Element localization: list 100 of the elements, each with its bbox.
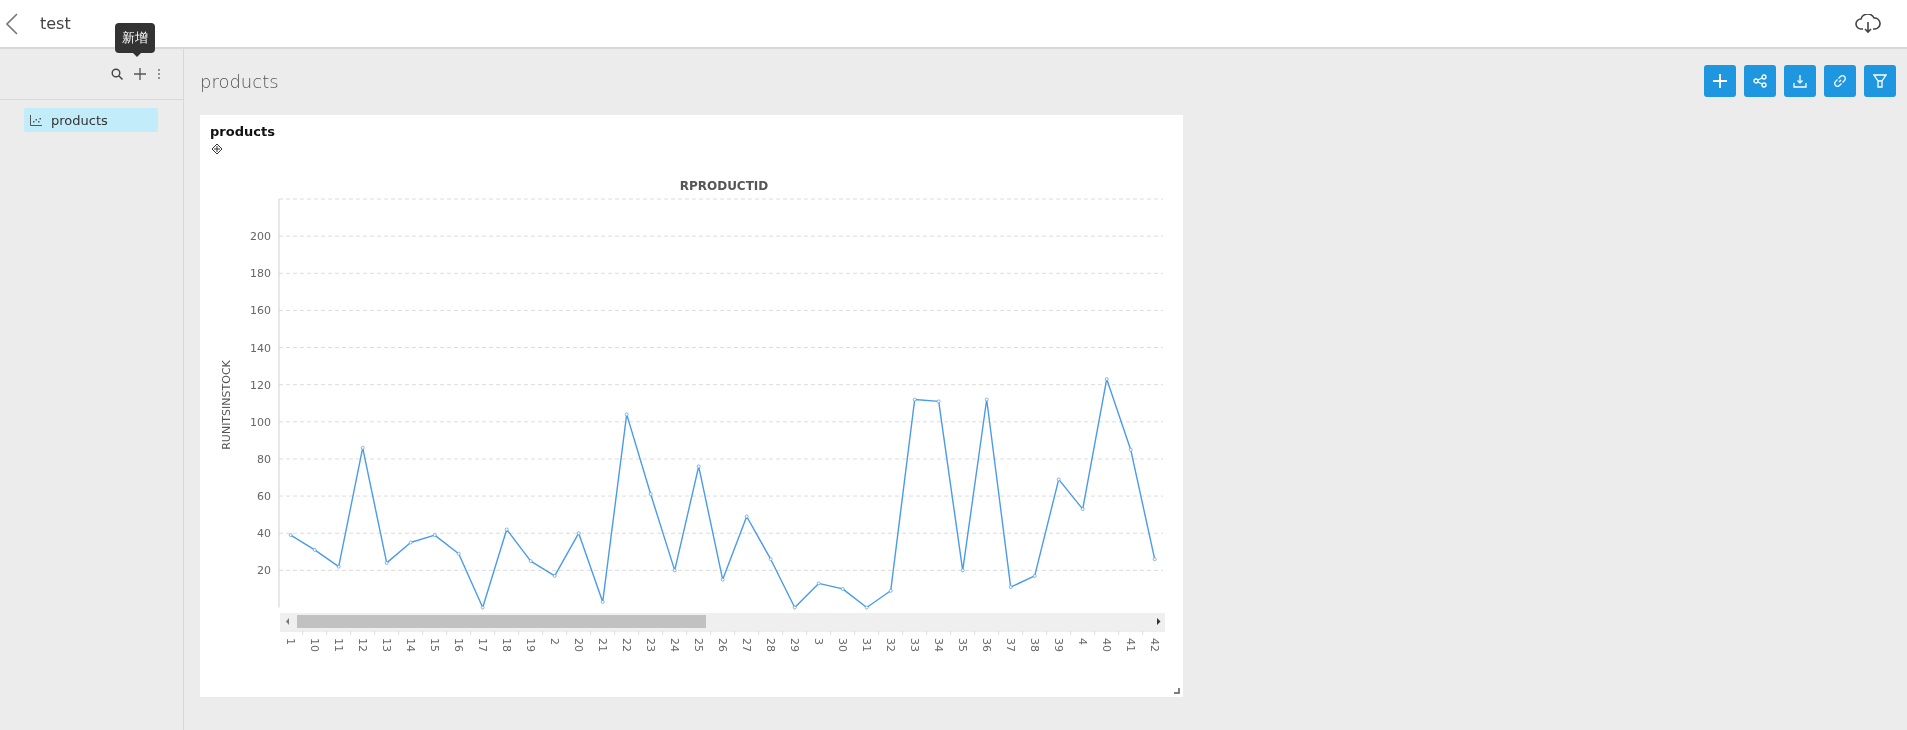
more-icon[interactable] — [157, 68, 161, 80]
cloud-download-icon[interactable] — [1855, 13, 1881, 34]
axis-tick-label: 41 — [1123, 638, 1137, 652]
data-point — [840, 587, 845, 591]
data-point — [600, 600, 605, 604]
axis-tick-label: 33 — [907, 638, 921, 652]
data-point — [288, 533, 293, 537]
link-button[interactable] — [1824, 65, 1856, 97]
data-point — [1104, 377, 1109, 381]
axis-tick-label: 3 — [811, 638, 825, 645]
axis-tick-label: 28 — [763, 638, 777, 652]
axis-tick-label: 35 — [955, 638, 969, 652]
data-point — [1032, 574, 1037, 578]
axis-tick-label: 31 — [859, 638, 873, 652]
share-icon — [1753, 74, 1767, 88]
data-point — [528, 559, 533, 563]
data-point — [792, 605, 797, 610]
share-button[interactable] — [1744, 65, 1776, 97]
axis-tick-label: 120 — [250, 378, 271, 392]
axis-tick-label: 10 — [307, 638, 321, 652]
axis-tick-label: 36 — [979, 638, 993, 652]
axis-tick-label: 16 — [451, 638, 465, 652]
data-point — [936, 399, 941, 404]
page-title: test — [40, 14, 71, 33]
axis-tick-label: 42 — [1147, 638, 1161, 652]
axis-tick-label: 2 — [547, 638, 561, 645]
link-icon — [1833, 74, 1847, 88]
axis-tick-label: 39 — [1051, 638, 1065, 652]
axis-tick-label: 27 — [739, 638, 753, 652]
axis-tick-label: 80 — [257, 452, 271, 466]
data-point — [624, 412, 629, 417]
axis-tick-label: 4 — [1075, 638, 1089, 645]
data-point — [768, 557, 773, 562]
sidebar-item[interactable]: products — [24, 108, 158, 132]
axis-tick-label: 20 — [257, 564, 271, 578]
axis-tick-label: 32 — [883, 638, 897, 652]
axis-tick-label: 25 — [691, 638, 705, 652]
axis-tick-label: 24 — [667, 638, 681, 652]
axis-tick-label: 20 — [571, 638, 585, 652]
back-icon[interactable] — [6, 12, 18, 35]
filter-icon — [1873, 74, 1887, 88]
data-point — [1080, 507, 1085, 511]
add-button[interactable] — [1704, 65, 1736, 97]
data-point — [360, 445, 365, 450]
axis-tick-label: 160 — [250, 304, 271, 318]
filter-button[interactable] — [1864, 65, 1896, 97]
data-point — [1008, 585, 1013, 589]
axis-tick-label: 37 — [1003, 638, 1017, 652]
data-point — [816, 581, 821, 586]
axis-tick-label: 180 — [250, 267, 271, 281]
axis-tick-label: 100 — [250, 415, 271, 429]
axis-tick-label: 13 — [379, 638, 393, 652]
axis-tick-label: 40 — [1099, 638, 1113, 652]
resize-handle-icon[interactable] — [1174, 688, 1180, 694]
data-point — [576, 531, 581, 536]
axis-tick-label: 19 — [523, 638, 537, 652]
axis-tick-label: 15 — [427, 638, 441, 652]
axis-title: RUNITSINSTOCK — [220, 360, 233, 450]
axis-tick-label: 18 — [499, 638, 513, 652]
data-point — [888, 588, 893, 593]
data-point — [336, 564, 341, 569]
data-point — [696, 464, 701, 469]
data-point — [1128, 447, 1133, 452]
data-point — [312, 548, 317, 552]
data-point — [408, 540, 413, 545]
data-point — [1152, 557, 1157, 562]
data-point — [912, 397, 917, 402]
data-point — [1056, 477, 1061, 482]
data-point — [720, 577, 725, 582]
data-point — [384, 561, 389, 565]
axis-tick-label: 140 — [250, 341, 271, 355]
axis-tick-label: 21 — [595, 638, 609, 652]
data-point — [552, 574, 557, 578]
axis-tick-label: 11 — [331, 638, 345, 652]
axis-tick-label: 14 — [403, 638, 417, 652]
axis-tick-label: 200 — [250, 230, 271, 244]
data-point — [984, 397, 989, 402]
axis-tick-label: 29 — [787, 638, 801, 652]
data-point — [744, 514, 749, 519]
axis-tick-label: 26 — [715, 638, 729, 652]
axis-tick-label: 38 — [1027, 638, 1041, 652]
axis-tick-label: 34 — [931, 638, 945, 652]
axis-tick-label: 23 — [643, 638, 657, 652]
move-icon[interactable] — [211, 143, 223, 155]
axis-tick-label: 60 — [257, 490, 271, 504]
axis-tick-label: 22 — [619, 638, 633, 652]
page-heading: products — [200, 70, 280, 92]
plus-icon[interactable] — [134, 68, 146, 80]
scrollbar[interactable] — [280, 613, 1165, 630]
axis-tick-label: 30 — [835, 638, 849, 652]
data-point — [960, 568, 965, 573]
plus-icon — [1713, 74, 1727, 88]
download-button[interactable] — [1784, 65, 1816, 97]
axis-tick-label: 17 — [475, 638, 489, 652]
download-icon — [1793, 74, 1807, 88]
data-point — [504, 527, 509, 532]
search-icon[interactable] — [111, 68, 123, 80]
chart-title: RPRODUCTID — [679, 179, 769, 193]
axis-tick-label: 40 — [257, 527, 271, 541]
data-point — [432, 533, 437, 537]
